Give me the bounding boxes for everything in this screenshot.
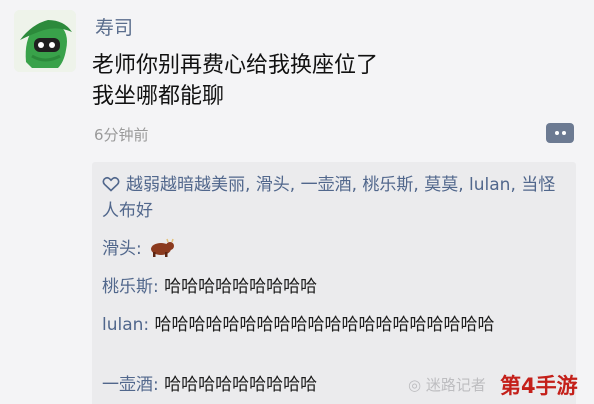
watermark-faint: ◎ 迷路记者 — [408, 376, 486, 394]
comment-text: 哈哈哈哈哈哈哈哈哈 — [164, 375, 318, 395]
comment-item[interactable]: lulan: 哈哈哈哈哈哈哈哈哈哈哈哈哈哈哈哈哈哈哈哈 — [102, 312, 570, 339]
post-text-line: 我坐哪都能聊 — [92, 84, 225, 109]
poster-name[interactable]: 寿司 — [95, 13, 133, 40]
comment-author[interactable]: 一壶酒: — [102, 375, 164, 395]
comment-text: 哈哈哈哈哈哈哈哈哈哈哈哈哈哈哈哈哈哈哈哈 — [154, 315, 495, 335]
comment-author[interactable]: 滑头: — [102, 239, 147, 259]
avatar-character-icon — [14, 10, 76, 72]
likes-names[interactable]: 越弱越暗越美丽, 滑头, 一壶酒, 桃乐斯, 莫莫, lulan, 当怪人布好 — [102, 175, 555, 221]
watermark-brand: 第4手游 — [500, 374, 578, 398]
comment-text: 哈哈哈哈哈哈哈哈哈 — [164, 277, 318, 297]
comment-button[interactable] — [546, 123, 574, 143]
comment-author[interactable]: lulan: — [102, 315, 155, 335]
more-dots-icon — [561, 131, 566, 135]
comment-item[interactable]: 桃乐斯: 哈哈哈哈哈哈哈哈哈 — [102, 274, 570, 301]
post-text-line: 老师你别再费心给我换座位了 — [92, 53, 379, 78]
comment-item[interactable]: 滑头: — [102, 236, 570, 263]
post-time: 6分钟前 — [94, 126, 149, 144]
likes-row: 越弱越暗越美丽, 滑头, 一壶酒, 桃乐斯, 莫莫, lulan, 当怪人布好 — [102, 172, 570, 224]
cow-icon — [151, 238, 175, 257]
more-dots-icon — [554, 131, 559, 135]
heart-icon — [102, 176, 120, 192]
avatar[interactable] — [14, 10, 76, 72]
post-text: 老师你别再费心给我换座位了 我坐哪都能聊 — [92, 50, 378, 112]
comment-author[interactable]: 桃乐斯: — [102, 277, 164, 297]
interaction-panel: 越弱越暗越美丽, 滑头, 一壶酒, 桃乐斯, 莫莫, lulan, 当怪人布好 … — [92, 162, 576, 404]
